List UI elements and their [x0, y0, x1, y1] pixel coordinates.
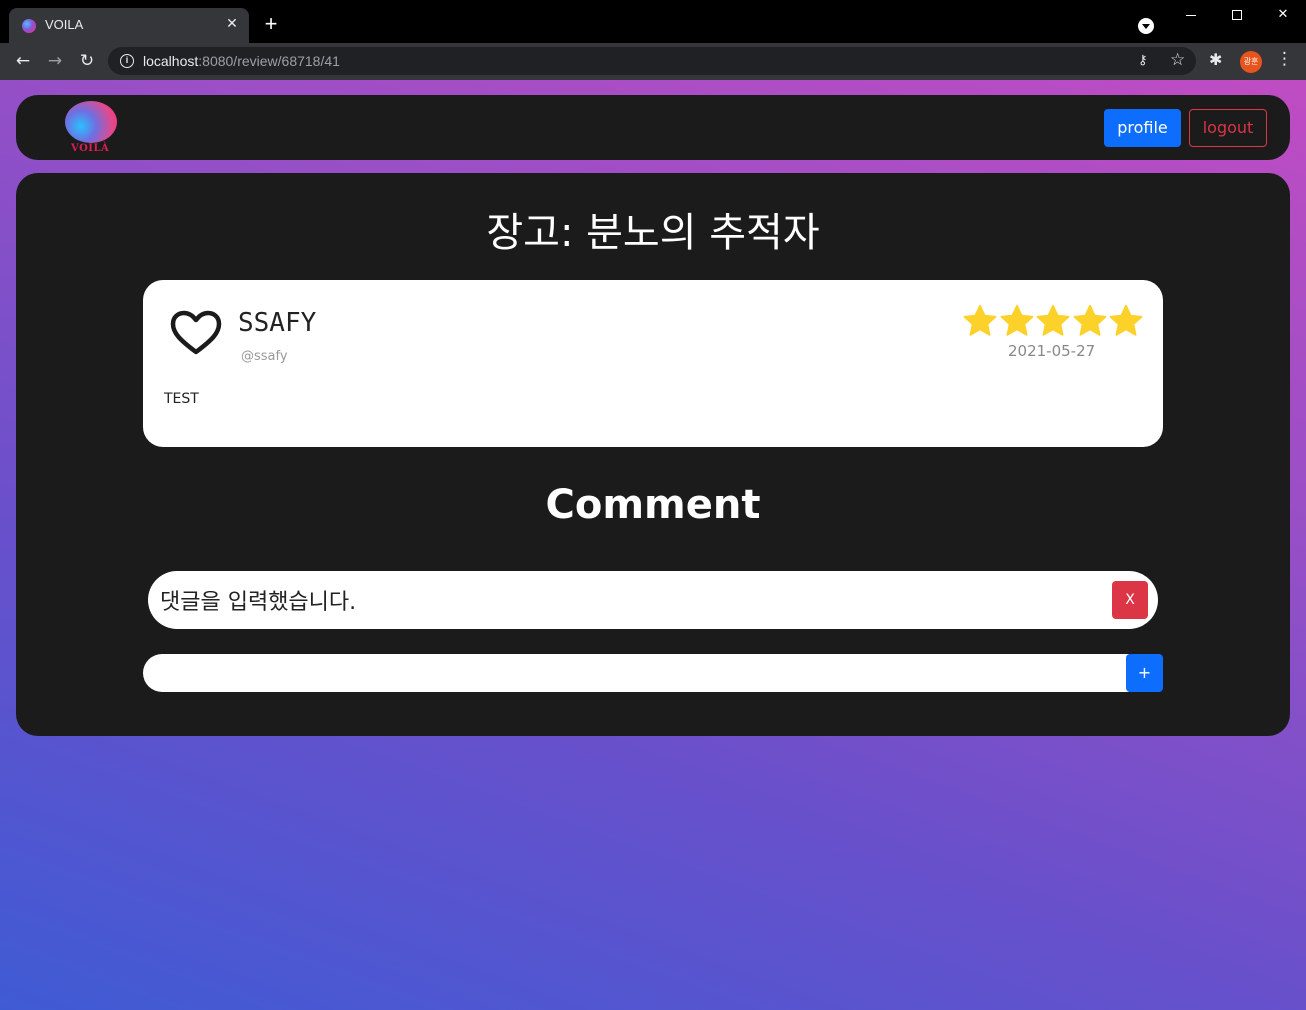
movie-title: 장고: 분노의 추적자: [486, 210, 820, 256]
page-background: VOILÀ profile logout 장고: 분노의 추적자 SSAFY @…: [0, 80, 1306, 1010]
browser-tab[interactable]: VOILA ✕: [9, 8, 249, 43]
star-icon: [963, 304, 997, 336]
tab-close-icon[interactable]: ✕: [223, 15, 241, 33]
add-comment-button[interactable]: +: [1126, 654, 1163, 692]
reload-icon[interactable]: ↻: [75, 49, 99, 73]
logo-text: VOILÀ: [71, 143, 110, 154]
avatar[interactable]: 광훈: [1240, 51, 1262, 73]
arrow-left-icon[interactable]: ←: [11, 49, 35, 73]
key-icon[interactable]: ⚷: [1138, 53, 1148, 68]
star-icon: [1036, 304, 1070, 336]
info-icon[interactable]: i: [120, 54, 134, 68]
window-maximize-button[interactable]: [1214, 0, 1260, 32]
review-username: SSAFY: [238, 308, 317, 338]
logo-orb-icon: [65, 101, 117, 143]
bookmark-star-icon[interactable]: ☆: [1170, 50, 1185, 70]
browser-tab-strip: VOILA ✕ + ✕: [0, 0, 1306, 43]
kebab-menu-icon[interactable]: ⋮: [1276, 49, 1293, 69]
comment-input[interactable]: [143, 654, 1129, 692]
comment-heading: Comment: [545, 482, 761, 528]
tab-title: VOILA: [45, 17, 84, 32]
review-handle: @ssafy: [241, 349, 288, 364]
comment-item: 댓글을 입력했습니다. X: [148, 571, 1158, 629]
new-tab-button[interactable]: +: [260, 13, 282, 35]
url-path: :8080/review/68718/41: [198, 53, 340, 69]
voila-logo[interactable]: VOILÀ: [64, 101, 118, 155]
window-close-button[interactable]: ✕: [1260, 0, 1306, 32]
review-date: 2021-05-27: [1008, 342, 1096, 360]
window-minimize-button[interactable]: [1168, 0, 1214, 32]
heart-outline-icon[interactable]: [170, 309, 222, 357]
review-card: SSAFY @ssafy 2021-05-27 TEST: [143, 280, 1163, 447]
delete-comment-button[interactable]: X: [1112, 581, 1148, 619]
logout-button[interactable]: logout: [1189, 109, 1267, 147]
top-navbar: VOILÀ profile logout: [16, 95, 1290, 160]
profile-button[interactable]: profile: [1104, 109, 1181, 147]
arrow-right-icon[interactable]: →: [43, 49, 67, 73]
review-content: TEST: [164, 391, 199, 407]
star-icon: [1000, 304, 1033, 336]
star-icon: [1109, 304, 1143, 336]
comment-input-row: +: [143, 654, 1163, 692]
url-host: localhost: [143, 53, 199, 69]
comment-text: 댓글을 입력했습니다.: [160, 590, 357, 615]
address-bar[interactable]: i localhost:8080/review/68718/41 ⚷ ☆: [108, 47, 1196, 75]
review-detail-panel: 장고: 분노의 추적자 SSAFY @ssafy 2021-05-27 TEST…: [16, 173, 1290, 736]
browser-toolbar: ← → ↻ i localhost:8080/review/68718/41 ⚷…: [0, 43, 1306, 80]
voila-favicon-icon: [22, 19, 36, 33]
url-text[interactable]: localhost:8080/review/68718/41: [143, 53, 340, 69]
rating-stars: [962, 303, 1144, 339]
star-icon: [1073, 304, 1106, 336]
tab-search-dropdown-icon[interactable]: [1138, 18, 1154, 34]
puzzle-icon[interactable]: ✱: [1209, 50, 1222, 69]
